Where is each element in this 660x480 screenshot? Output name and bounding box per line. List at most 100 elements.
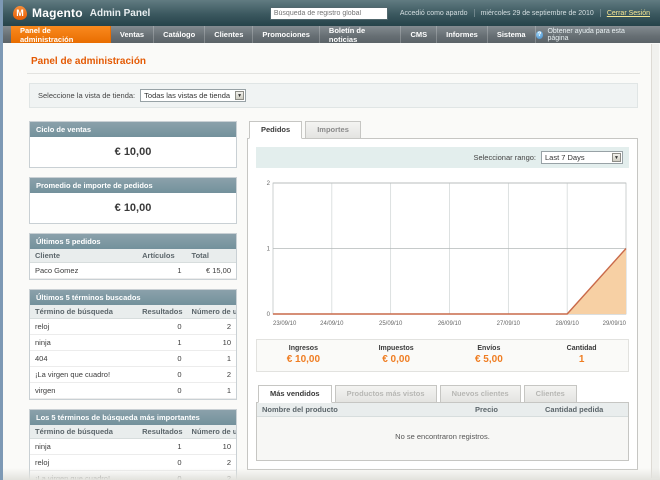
table-row[interactable]: reloj 0 2: [30, 318, 236, 335]
nav-item[interactable]: Informes: [437, 26, 488, 43]
chart-tab[interactable]: Pedidos: [249, 121, 303, 139]
svg-text:2: 2: [267, 181, 271, 187]
svg-text:25/09/10: 25/09/10: [379, 321, 403, 327]
card-title: Promedio de importe de pedidos: [30, 178, 236, 193]
logo-suffix: Admin Panel: [89, 7, 151, 19]
dashboard-main: Panel de administración Seleccione la vi…: [3, 43, 660, 480]
range-select[interactable]: Last 7 Days ▼: [541, 151, 623, 164]
vertical-scrollbar[interactable]: [651, 44, 659, 478]
column-header: Artículos: [137, 249, 187, 263]
column-header: Término de búsqueda: [30, 425, 138, 439]
column-header: Cantidad pedida: [540, 403, 628, 417]
empty-message: No se encontraron registros.: [257, 416, 628, 460]
magento-logo-icon: M: [13, 6, 27, 20]
logged-in-as: Accedió como apardo: [399, 9, 468, 17]
help-icon: ?: [535, 30, 544, 39]
store-view-select[interactable]: Todas las vistas de tienda ▼: [140, 89, 247, 102]
nav-item[interactable]: Boletín de noticias: [320, 26, 402, 44]
average-order-value: € 10,00: [114, 202, 152, 214]
column-header: Número de usos: [186, 425, 236, 439]
bestsellers-table: Nombre del producto Precio Cantidad pedida…: [257, 403, 628, 460]
top-search-terms-card: Los 5 términos de búsqueda más important…: [29, 409, 237, 480]
last-orders-table: Cliente Artículos Total Paco Gomez 1 € 15,00: [30, 249, 236, 279]
last-search-terms-card: Últimos 5 términos buscados Término de b…: [29, 289, 237, 400]
grid-tab[interactable]: Nuevos clientes: [439, 385, 521, 403]
divider: [599, 9, 601, 17]
table-row[interactable]: 404 0 1: [30, 350, 236, 367]
svg-text:26/09/10: 26/09/10: [438, 321, 462, 327]
table-row[interactable]: ¡La virgen que cuadro! 0 2: [30, 470, 236, 480]
column-header: Resultados: [137, 425, 187, 439]
table-row[interactable]: reloj 0 2: [30, 454, 236, 471]
top-search-terms-table: Término de búsquedaResultadosNúmero de u…: [30, 425, 236, 480]
store-switcher: Seleccione la vista de tienda: Todas las…: [29, 83, 638, 108]
logout-link[interactable]: Cerrar Sesión: [607, 10, 650, 17]
card-title: Los 5 términos de búsqueda más important…: [30, 410, 236, 425]
nav-item[interactable]: Ventas: [111, 26, 155, 43]
average-order-card: Promedio de importe de pedidos € 10,00: [29, 177, 237, 224]
total-stat: Impuestos € 0,00: [378, 345, 414, 365]
card-title: Últimos 5 pedidos: [30, 234, 236, 249]
card-title: Ciclo de ventas: [30, 122, 236, 137]
total-stat: Envíos € 5,00: [474, 345, 503, 365]
last-search-terms-table: Término de búsquedaResultadosNúmero de u…: [30, 305, 236, 399]
browser-viewport: M Magento Admin Panel Accedió como apard…: [0, 0, 660, 480]
table-row[interactable]: virgen 0 1: [30, 382, 236, 399]
global-search-input[interactable]: [269, 6, 388, 20]
nav-item[interactable]: Promociones: [253, 26, 320, 43]
nav-item[interactable]: Panel de administración: [11, 26, 111, 44]
empty-row: No se encontraron registros.: [257, 416, 628, 460]
column-header: Precio: [470, 403, 540, 417]
lifetime-sales-card: Ciclo de ventas € 10,00: [29, 121, 237, 168]
chevron-down-icon: ▼: [235, 91, 245, 100]
chart-tab[interactable]: Importes: [305, 121, 361, 139]
chart-panel: Seleccionar rango: Last 7 Days ▼ 0 1 2 23/0…: [247, 138, 638, 470]
column-header: Resultados: [137, 305, 187, 319]
svg-text:29/09/10: 29/09/10: [603, 321, 627, 327]
current-date: miércoles 29 de septiembre de 2010: [480, 9, 594, 17]
grid-tab[interactable]: Clientes: [523, 385, 577, 403]
dashboard-left-column: Ciclo de ventas € 10,00 Promedio de impo…: [29, 121, 237, 480]
magento-logo: M Magento Admin Panel: [13, 6, 150, 20]
table-row[interactable]: ninja 1 10: [30, 334, 236, 351]
nav-item[interactable]: CMS: [401, 26, 438, 43]
header-meta: Accedió como apardo miércoles 29 de sept…: [400, 9, 650, 17]
orders-chart-wrap: 0 1 2 23/09/10 24/09/10 25/09/10 26/09/10 27/09…: [256, 177, 629, 329]
card-title: Últimos 5 términos buscados: [30, 290, 236, 305]
logo-product-name: Magento: [32, 6, 83, 20]
svg-text:0: 0: [267, 312, 271, 318]
nav-item[interactable]: Catálogo: [154, 26, 206, 43]
nav-item[interactable]: Sistema: [488, 26, 536, 43]
column-header: Nombre del producto: [257, 403, 470, 417]
dashboard-right-column: Pedidos Importes Seleccionar rango: Last…: [247, 121, 638, 480]
chart-tabs: Pedidos Importes: [247, 121, 638, 139]
grid-tab[interactable]: Más vendidos: [258, 385, 332, 403]
grid-tabs: Más vendidos Productos más vistos Nuevos…: [256, 385, 629, 403]
help-label: Obtener ayuda para esta página: [547, 27, 625, 42]
main-nav: Panel de administración Ventas Catálogo …: [3, 26, 660, 44]
orders-chart: 0 1 2 23/09/10 24/09/10 25/09/10 26/09/10 27/09…: [267, 181, 627, 327]
table-row[interactable]: ninja 1 10: [30, 438, 236, 455]
page-title: Panel de administración: [27, 49, 640, 74]
table-row[interactable]: ¡La virgen que cuadro! 0 2: [30, 366, 236, 383]
column-header: Número de usos: [186, 305, 236, 319]
svg-text:28/09/10: 28/09/10: [555, 321, 579, 327]
store-switcher-label: Seleccione la vista de tienda:: [38, 91, 136, 100]
column-header: Término de búsqueda: [30, 305, 138, 319]
grid-tab[interactable]: Productos más vistos: [334, 385, 437, 403]
total-stat: Cantidad 1: [566, 345, 597, 365]
svg-text:23/09/10: 23/09/10: [273, 321, 297, 327]
svg-text:27/09/10: 27/09/10: [497, 321, 521, 327]
column-header: Cliente: [30, 249, 138, 263]
app-header: M Magento Admin Panel Accedió como apard…: [3, 0, 660, 26]
last-orders-card: Últimos 5 pedidos Cliente Artículos Total …: [29, 233, 237, 280]
help-link[interactable]: ? Obtener ayuda para esta página: [535, 26, 646, 43]
table-row[interactable]: Paco Gomez 1 € 15,00: [30, 262, 236, 279]
lifetime-sales-value: € 10,00: [114, 146, 152, 158]
chevron-down-icon: ▼: [612, 153, 621, 162]
column-header: Total: [186, 249, 236, 263]
svg-text:24/09/10: 24/09/10: [320, 321, 344, 327]
nav-item[interactable]: Clientes: [205, 26, 254, 43]
totals-bar: Ingresos € 10,00 Impuestos € 0,00 Envíos: [256, 339, 629, 372]
svg-text:1: 1: [267, 247, 271, 253]
